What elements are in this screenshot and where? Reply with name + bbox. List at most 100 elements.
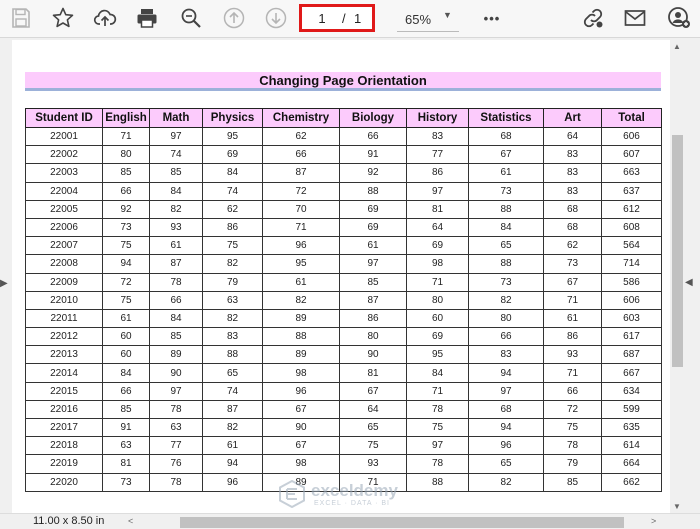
table-cell: 22016 bbox=[25, 399, 103, 420]
scroll-left-icon[interactable]: < bbox=[128, 516, 133, 526]
next-page-icon[interactable] bbox=[263, 5, 289, 31]
table-cell: 66 bbox=[149, 290, 203, 310]
page-total: 1 bbox=[354, 11, 362, 26]
table-cell: 22019 bbox=[25, 454, 103, 474]
scroll-down-icon[interactable]: ▼ bbox=[673, 502, 681, 511]
print-icon[interactable] bbox=[134, 5, 160, 31]
table-row: 22009 72 78 79 61 85 71 73 67 586 bbox=[25, 272, 662, 292]
table-cell: 91 bbox=[339, 145, 407, 165]
table-cell: 22002 bbox=[25, 145, 103, 165]
table-cell: 22018 bbox=[25, 436, 103, 456]
table-cell: 22017 bbox=[25, 417, 103, 438]
account-icon[interactable] bbox=[666, 5, 692, 31]
table-cell: 65 bbox=[468, 454, 544, 474]
toolbar: 1 / 1 65% ▼ ••• bbox=[0, 0, 700, 38]
table-cell: 71 bbox=[543, 363, 602, 383]
table-cell: 74 bbox=[202, 381, 263, 401]
table-cell: 84 bbox=[149, 181, 203, 201]
table-row: 22011 61 84 82 89 86 60 80 61 603 bbox=[25, 308, 662, 329]
previous-page-icon[interactable] bbox=[221, 5, 247, 31]
exceldemy-logo-icon bbox=[279, 480, 305, 508]
right-panel-toggle-icon[interactable]: ◀ bbox=[685, 277, 693, 288]
table-cell: 68 bbox=[468, 126, 544, 147]
table-cell: 75 bbox=[339, 436, 407, 456]
table-cell: 22015 bbox=[25, 381, 103, 401]
table-cell: 79 bbox=[543, 454, 602, 474]
table-cell: 61 bbox=[202, 436, 263, 456]
table-row: 22017 91 63 82 90 65 75 94 75 635 bbox=[25, 417, 662, 438]
status-bar: 11.00 x 8.50 in < > bbox=[0, 513, 700, 529]
table-cell: 75 bbox=[406, 417, 469, 438]
table-cell: 82 bbox=[149, 199, 203, 219]
table-cell: 97 bbox=[149, 381, 203, 401]
table-cell: 714 bbox=[601, 254, 662, 274]
email-icon[interactable] bbox=[622, 5, 648, 31]
table-cell: 617 bbox=[601, 327, 662, 347]
table-cell: 22020 bbox=[25, 472, 103, 492]
table-cell: 667 bbox=[601, 363, 662, 383]
table-cell: 68 bbox=[543, 217, 602, 238]
upload-cloud-icon[interactable] bbox=[92, 5, 118, 31]
page-number-input[interactable]: 1 bbox=[312, 11, 332, 26]
table-cell: 92 bbox=[339, 163, 407, 183]
scroll-up-icon[interactable]: ▲ bbox=[673, 42, 681, 51]
table-cell: 82 bbox=[202, 254, 263, 274]
table-cell: 82 bbox=[468, 472, 544, 492]
table-cell: 68 bbox=[468, 399, 544, 420]
table-cell: 89 bbox=[262, 308, 340, 329]
column-header: Biology bbox=[339, 108, 407, 128]
table-cell: 94 bbox=[468, 363, 544, 383]
table-cell: 97 bbox=[468, 381, 544, 401]
table-row: 22014 84 90 65 98 81 84 94 71 667 bbox=[25, 363, 662, 383]
table-row: 22002 80 74 69 66 91 77 67 83 607 bbox=[25, 145, 662, 165]
column-header: Art bbox=[543, 108, 602, 128]
left-panel-toggle-icon[interactable]: ▶ bbox=[0, 278, 8, 289]
column-header: History bbox=[406, 108, 469, 128]
table-cell: 663 bbox=[601, 163, 662, 183]
table-cell: 83 bbox=[543, 163, 602, 183]
table-cell: 86 bbox=[406, 163, 469, 183]
horizontal-scroll-thumb[interactable] bbox=[180, 517, 624, 528]
page-separator: / bbox=[342, 11, 346, 26]
table-cell: 75 bbox=[543, 417, 602, 438]
scroll-right-icon[interactable]: > bbox=[651, 516, 656, 526]
table-header-row: Student ID English Math Physics Chemistry Bio… bbox=[25, 108, 662, 128]
table-row: 22018 63 77 61 67 75 97 96 78 614 bbox=[25, 436, 662, 456]
share-link-icon[interactable] bbox=[580, 5, 606, 31]
table-cell: 81 bbox=[339, 363, 407, 383]
column-header: Chemistry bbox=[262, 108, 340, 128]
table-row: 22015 66 97 74 96 67 71 97 66 634 bbox=[25, 381, 662, 401]
zoom-search-icon[interactable] bbox=[178, 5, 204, 31]
table-cell: 78 bbox=[543, 436, 602, 456]
table-cell: 63 bbox=[202, 290, 263, 310]
table-cell: 73 bbox=[468, 272, 544, 292]
watermark: exceldemy EXCEL · DATA · BI bbox=[278, 478, 418, 514]
table-cell: 72 bbox=[102, 272, 150, 292]
vertical-scroll-thumb[interactable] bbox=[672, 135, 683, 367]
more-icon[interactable]: ••• bbox=[479, 5, 505, 31]
table-cell: 78 bbox=[406, 454, 469, 474]
table-cell: 71 bbox=[543, 290, 602, 310]
table-cell: 88 bbox=[468, 199, 544, 219]
table-cell: 93 bbox=[339, 454, 407, 474]
page-number-box[interactable]: 1 / 1 bbox=[299, 4, 375, 32]
vertical-scrollbar[interactable]: ▲ ▼ bbox=[670, 40, 685, 516]
table-cell: 61 bbox=[339, 236, 407, 256]
table-cell: 599 bbox=[601, 399, 662, 420]
zoom-select[interactable]: 65% ▼ bbox=[397, 6, 459, 32]
table-cell: 69 bbox=[339, 217, 407, 238]
table-cell: 73 bbox=[468, 181, 544, 201]
table-cell: 69 bbox=[406, 236, 469, 256]
table-cell: 93 bbox=[543, 345, 602, 365]
table-cell: 662 bbox=[601, 472, 662, 492]
table-cell: 82 bbox=[202, 417, 263, 438]
column-header: Physics bbox=[202, 108, 263, 128]
table-cell: 22009 bbox=[25, 272, 103, 292]
column-header: Student ID bbox=[25, 108, 103, 128]
table-cell: 96 bbox=[468, 436, 544, 456]
table-row: 22013 60 89 88 89 90 95 83 93 687 bbox=[25, 345, 662, 365]
bookmark-star-icon[interactable] bbox=[50, 5, 76, 31]
column-header: Statistics bbox=[468, 108, 544, 128]
save-icon[interactable] bbox=[8, 5, 34, 31]
table-cell: 94 bbox=[102, 254, 150, 274]
